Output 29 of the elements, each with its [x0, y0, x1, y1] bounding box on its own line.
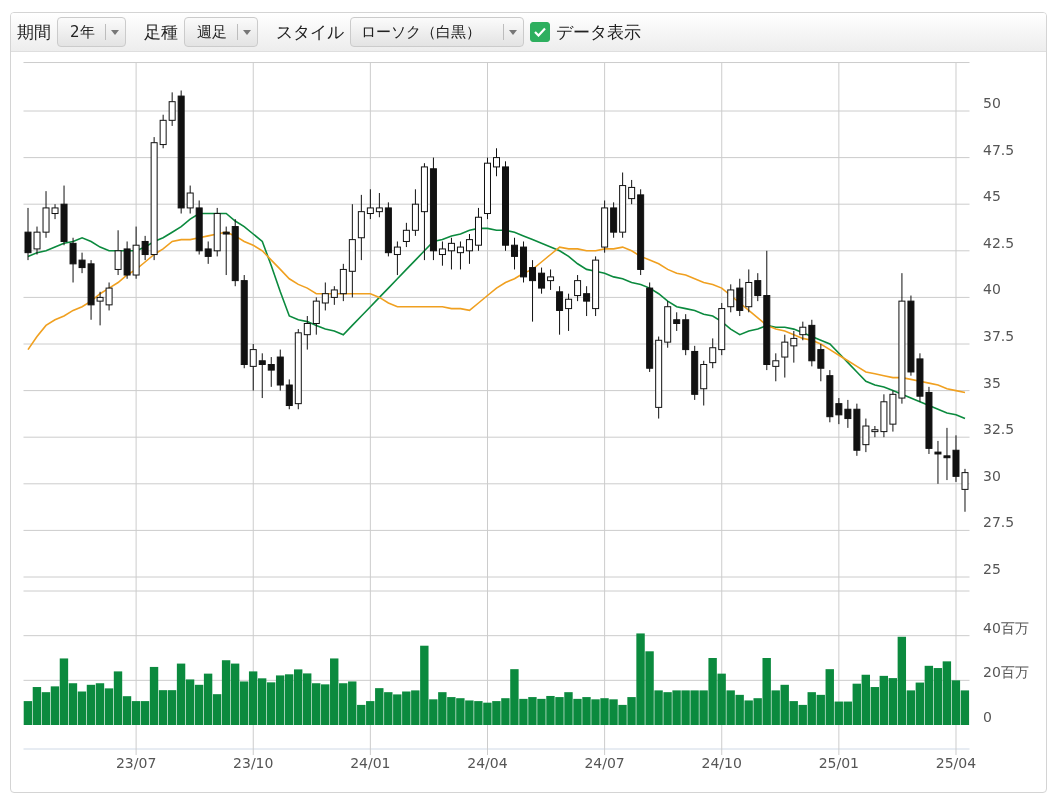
axis-label: 47.5: [983, 141, 1015, 158]
field-label: 期間: [17, 20, 51, 44]
axis-label: 23/10: [233, 755, 274, 771]
axis-label: 25: [983, 561, 1001, 577]
checkbox-label: データ表示: [555, 20, 641, 44]
axis-label: 25/04: [935, 755, 977, 771]
axis-label: 35: [983, 374, 1001, 391]
axis-label: 24/10: [701, 755, 742, 771]
dropdown[interactable]: ローソク（白黒）: [349, 17, 524, 47]
axis-label: 42.5: [983, 234, 1015, 251]
axis-label: 24/04: [467, 755, 508, 771]
dropdown[interactable]: 週足: [183, 17, 258, 47]
axis-label: 24/01: [350, 755, 391, 771]
axis-label: 24/07: [584, 755, 625, 771]
axis-label: 0: [983, 709, 992, 725]
axis-label: 37.5: [983, 328, 1015, 344]
axis-label: 32.5: [983, 421, 1015, 438]
dropdown[interactable]: 2年: [57, 17, 126, 47]
axis-label: 25/01: [818, 755, 860, 771]
axis-label: 40: [983, 281, 1001, 298]
axis-label: 27.5: [983, 514, 1015, 531]
axis-label: 40百万: [983, 619, 1029, 636]
axis-label: 50: [983, 95, 1001, 111]
axis-label: 23/07: [115, 755, 157, 771]
field-label: 足種: [143, 20, 178, 44]
field-label: スタイル: [275, 20, 344, 44]
axis-label: 30: [983, 467, 1001, 484]
axis-label: 45: [983, 188, 1001, 205]
axis-label: 20百万: [983, 664, 1029, 681]
